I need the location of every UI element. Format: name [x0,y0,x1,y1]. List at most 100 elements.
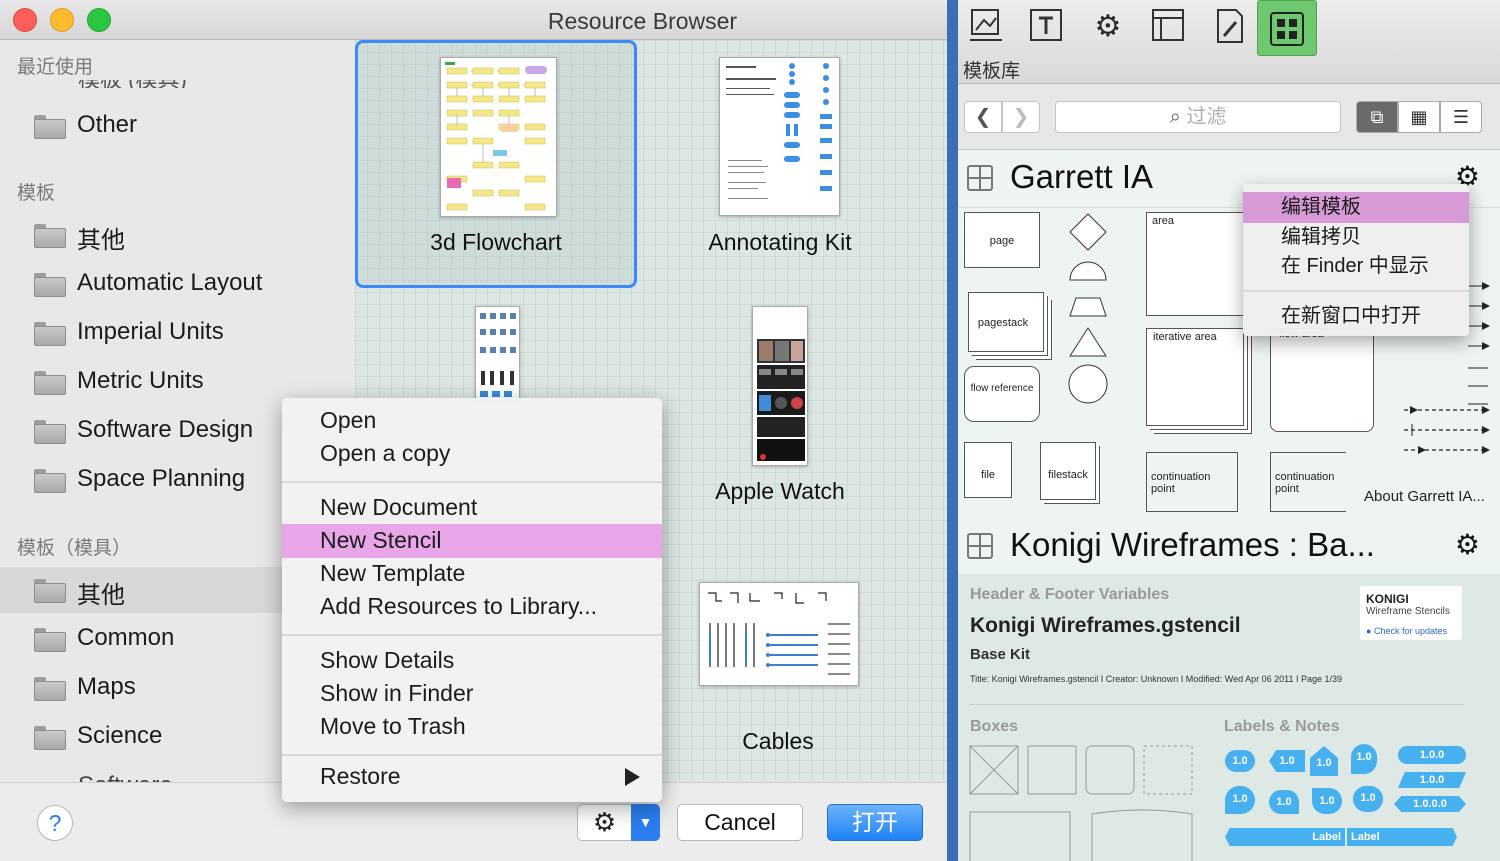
resource-browser-window: Resource Browser 最近使用 模板 (模具) Other 模板 其… [0,0,947,861]
resource-tile-annotating-kit[interactable]: Annotating Kit [639,40,921,288]
sidebar-item-science[interactable]: Science [0,714,282,760]
shape-file[interactable]: file [964,442,1012,498]
view-mode-grid-button[interactable]: ▦ [1398,101,1440,133]
note-tag-e[interactable]: 1.0.0 [1398,746,1466,764]
shape-area[interactable]: area [1146,212,1244,316]
section-header: Konigi Wireframes : Ba... ⚙ [958,518,1500,576]
diamond-shape[interactable] [1069,213,1107,251]
layout-inspector-icon[interactable] [1146,6,1192,48]
text-inspector-glyph [1030,9,1062,41]
note-tag-k[interactable]: 1.0 [1353,786,1383,812]
sidebar-item-label: Other [77,111,138,138]
gear-icon[interactable]: ⚙ [1455,528,1480,561]
label-tag-left[interactable]: Label [1225,828,1345,846]
menu-item-restore[interactable]: Restore [282,760,662,794]
gear-icon[interactable]: ⚙ [1085,6,1131,48]
resource-tile-partial[interactable] [355,302,637,402]
note-tag-j[interactable]: 1.0 [1312,788,1342,814]
partial-thumbnail [475,306,520,402]
shape-flow-area[interactable]: flow area [1270,328,1374,432]
shape-filestack[interactable]: filestack [1040,442,1096,500]
menu-item-new-template[interactable]: New Template [282,557,662,591]
note-tag-h[interactable]: 1.0 [1225,786,1255,814]
divider [970,704,1464,705]
filter-input[interactable]: ⌕ 过滤 [1055,101,1341,133]
trapezoid-shape[interactable] [1069,297,1107,317]
circle-shape[interactable] [1068,364,1108,404]
konigi-header-vars: Header & Footer Variables [970,586,1170,603]
shape-flow-reference[interactable]: flow reference [964,366,1040,422]
stencil-grid-icon [967,533,993,559]
tile-label: 3d Flowchart [430,229,562,255]
note-tag-a[interactable]: 1.0 [1225,750,1255,772]
sidebar-item-software-design[interactable]: Software Design [0,408,282,454]
shape-continuation-point-b[interactable]: continuation point [1270,452,1346,512]
view-mode-large-button[interactable]: ⧉ [1356,101,1398,133]
note-tag-g[interactable]: 1.0.0.0 [1394,796,1466,812]
recent-header: 最近使用 [17,57,94,78]
text-inspector-icon[interactable] [1024,6,1070,48]
about-garrett-link[interactable]: About Garrett IA... [1364,488,1485,505]
menu-item-move-to-trash[interactable]: Move to Trash [282,710,662,744]
shape-label: continuation point [1275,471,1335,495]
view-mode-list-button[interactable]: ☰ [1440,101,1482,133]
gear-icon[interactable]: ⚙ [577,804,632,841]
note-tag-i[interactable]: 1.0 [1269,790,1299,814]
menu-item-show-in-finder[interactable]: 在 Finder 中显示 [1243,251,1469,282]
resource-tile-cables[interactable]: Cables [639,576,921,766]
resource-tile-apple-watch[interactable]: Apple Watch [639,302,921,512]
triangle-shape[interactable] [1069,327,1107,357]
sidebar-item-templates-other[interactable]: 其他 [0,212,282,258]
menu-item-open[interactable]: Open [282,404,662,438]
sidebar-item-other[interactable]: Other [0,103,282,149]
cancel-button[interactable]: Cancel [677,804,803,841]
menu-item-show-in-finder[interactable]: Show in Finder [282,677,662,711]
back-button[interactable]: ❮ [964,101,1002,133]
stencil-library-window: ⚙ 模板库 ❮ ❯ ⌕ 过滤 ⧉ ▦ ☰ Garrett IA ⚙ page p… [958,0,1500,861]
shape-iterative-area[interactable]: iterative area [1146,328,1244,426]
open-button[interactable]: 打开 [827,804,923,841]
filter-placeholder: 过滤 [1186,106,1227,128]
tile-label: Annotating Kit [708,229,852,255]
label-tag-right[interactable]: Label [1347,828,1457,846]
sidebar-item-imperial-units[interactable]: Imperial Units [0,310,282,356]
canvas-inspector-icon[interactable] [963,6,1009,48]
stencils-grid-icon[interactable] [1257,0,1317,56]
sidebar-item-space-planning[interactable]: Space Planning [0,457,282,503]
apple-watch-preview-image [757,339,805,461]
konigi-check-updates[interactable]: ● Check for updates [1366,626,1447,636]
menu-item-new-stencil[interactable]: New Stencil [282,524,662,558]
resource-tile-3d-flowchart[interactable]: 3d Flowchart [355,40,637,288]
shape-pagestack[interactable]: pagestack [968,292,1044,352]
help-button[interactable]: ? [37,805,73,841]
chevron-down-icon[interactable]: ▼ [631,804,660,841]
menu-item-add-resources[interactable]: Add Resources to Library... [282,590,662,624]
sidebar-item-stencils-other[interactable]: 其他 [0,567,282,613]
sidebar-item-automatic-layout[interactable]: Automatic Layout [0,261,282,307]
menu-item-edit-copy[interactable]: 编辑拷贝 [1243,222,1469,253]
konigi-brand: KONIGI [1366,592,1409,606]
konigi-file-name: Konigi Wireframes.gstencil [970,614,1241,637]
shape-page[interactable]: page [964,212,1040,268]
menu-item-edit-stencil[interactable]: 编辑模板 [1243,192,1469,223]
title-bar: Resource Browser [0,0,947,40]
sidebar-item-metric-units[interactable]: Metric Units [0,359,282,405]
note-tag-c[interactable]: 1.0 [1310,746,1338,776]
menu-item-new-document[interactable]: New Document [282,491,662,525]
sidebar-item-common[interactable]: Common [0,616,282,662]
note-tag-b[interactable]: 1.0 [1269,750,1305,772]
menu-item-open-copy[interactable]: Open a copy [282,437,662,471]
note-tag-d[interactable]: 1.0 [1351,744,1377,774]
sidebar-item-maps[interactable]: Maps [0,665,282,711]
labels-notes-heading: Labels & Notes [1224,718,1340,735]
menu-item-label: Restore [320,763,401,789]
note-tag-f[interactable]: 1.0.0 [1398,772,1466,788]
half-circle-shape[interactable] [1069,261,1107,281]
cables-preview-image [708,592,850,675]
wrench-icon[interactable] [1207,6,1253,48]
menu-item-show-details[interactable]: Show Details [282,644,662,678]
shape-continuation-point-a[interactable]: continuation point [1146,452,1238,512]
sidebar-item-label: Common [77,624,175,651]
menu-item-open-new-window[interactable]: 在新窗口中打开 [1243,301,1469,332]
forward-button[interactable]: ❯ [1002,101,1040,133]
